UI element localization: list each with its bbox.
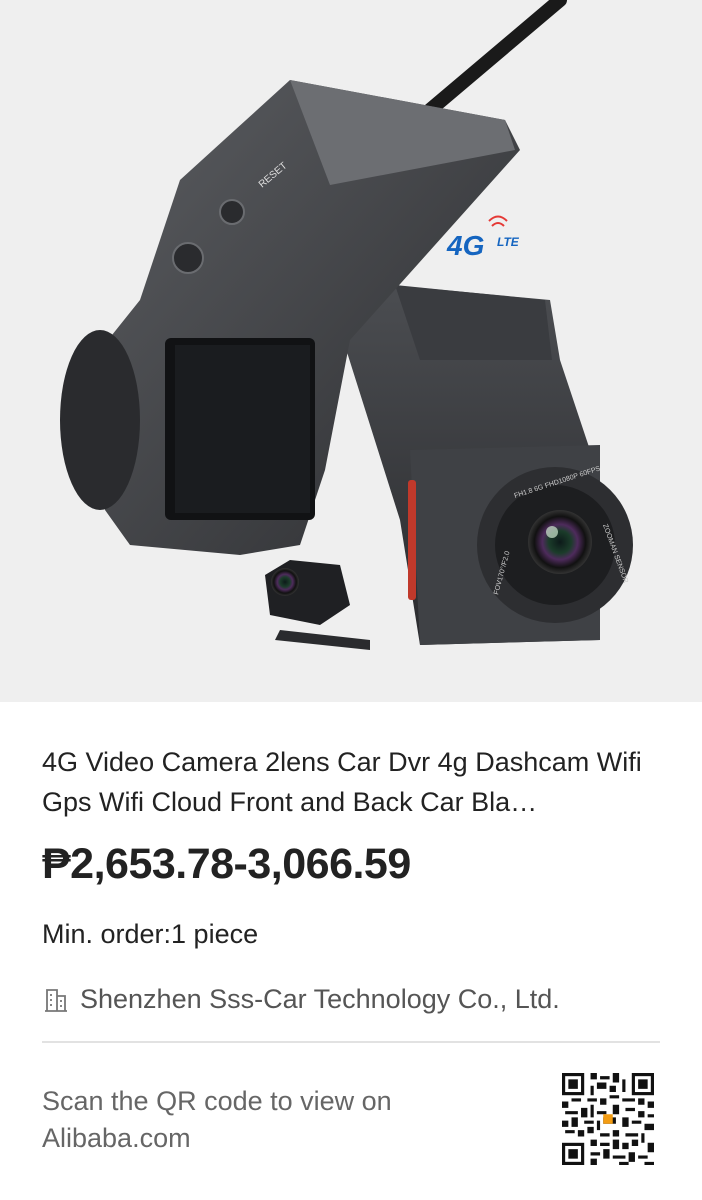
product-title[interactable]: 4G Video Camera 2lens Car Dvr 4g Dashcam… bbox=[42, 742, 660, 822]
divider bbox=[42, 1041, 660, 1043]
supplier-row[interactable]: Shenzhen Sss-Car Technology Co., Ltd. bbox=[42, 984, 660, 1015]
badge-4g: 4G bbox=[446, 230, 484, 261]
product-price: ₱2,653.78-3,066.59 bbox=[42, 840, 411, 888]
building-icon bbox=[45, 988, 67, 1012]
supplier-name: Shenzhen Sss-Car Technology Co., Ltd. bbox=[80, 984, 560, 1014]
min-order: Min. order:1 piece bbox=[42, 919, 259, 949]
dashcam-illustration: RESET 4G LTE FH1.8 6G FHD1080P 60FPS FOV… bbox=[60, 0, 633, 650]
badge-lte: LTE bbox=[497, 235, 520, 249]
product-image[interactable]: RESET 4G LTE FH1.8 6G FHD1080P 60FPS FOV… bbox=[0, 0, 702, 702]
scan-instructions: Scan the QR code to view on Alibaba.com bbox=[42, 1086, 392, 1153]
qr-code-icon[interactable] bbox=[562, 1073, 654, 1165]
